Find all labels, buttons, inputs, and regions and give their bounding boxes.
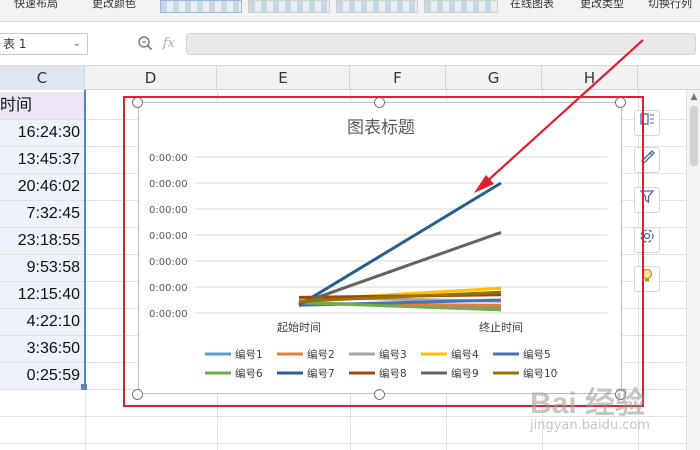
- spreadsheet-window: { "ribbon": { "left_label": "快速布局", "cha…: [0, 0, 700, 450]
- scroll-up-icon[interactable]: ▲: [687, 92, 700, 102]
- watermark-brand: Bai 经验: [530, 387, 646, 420]
- watermark-url: jingyan.baidu.com: [530, 418, 650, 433]
- watermark: Bai 经验 jingyan.baidu.com: [530, 378, 700, 438]
- scroll-thumb[interactable]: [690, 106, 698, 166]
